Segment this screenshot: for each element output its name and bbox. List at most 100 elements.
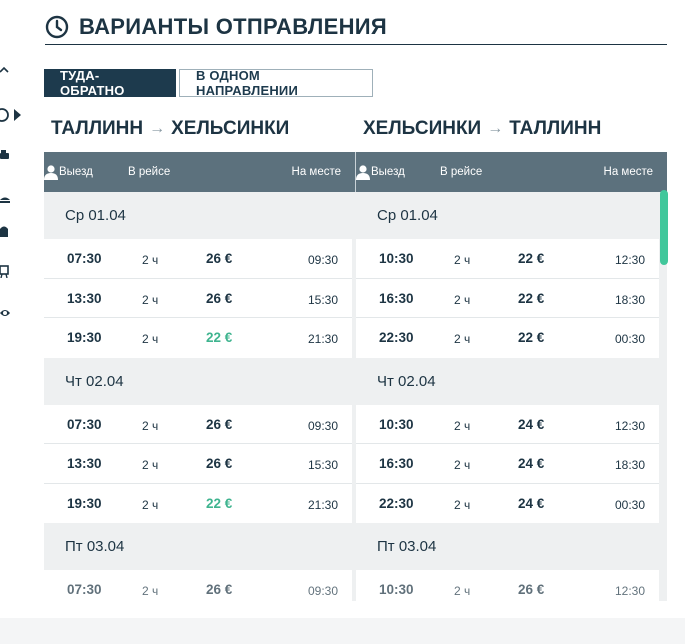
price[interactable]: 26 € — [206, 582, 232, 597]
clock-icon — [45, 15, 69, 39]
trip-row[interactable]: 13:30 2 ч 26 € 15:30 — [44, 278, 352, 318]
trip-list: 10:30 2 ч 24 €12:30 16:30 2 ч 24 €18:30 22:30 2… — [356, 404, 667, 523]
food-icon[interactable] — [0, 192, 14, 206]
left-icon-rail — [0, 60, 22, 340]
trip-row[interactable]: 10:30 2 ч 26 € 12:30 — [356, 570, 659, 601]
day-label: Ср 01.04 — [44, 192, 355, 239]
trip-row[interactable]: 10:30 2 ч 24 € 12:30 — [356, 404, 659, 444]
trip-duration: 2 ч — [142, 253, 159, 267]
tab-one-way[interactable]: В ОДНОМ НАПРАВЛЕНИИ — [179, 68, 373, 98]
trip-row[interactable]: 10:30 2 ч 22 € 12:30 — [356, 239, 659, 279]
arrow-right-icon: → — [149, 120, 166, 137]
price[interactable]: 24 € — [518, 456, 544, 471]
schedule-column-inbound: Выезд В рейсе На месте Ср 01.04 10:30 2 ч 22 €… — [356, 152, 667, 601]
price[interactable]: 26 € — [206, 456, 232, 471]
trip-duration: 2 ч — [142, 292, 159, 307]
price[interactable]: 26 € — [206, 291, 232, 306]
trip-duration: 2 ч — [142, 418, 159, 433]
arrival-time: 00:30 — [614, 497, 645, 512]
price[interactable]: 22 € — [206, 496, 232, 511]
trip-duration: 2 ч — [454, 292, 471, 307]
departure-time: 07:30 — [67, 251, 102, 266]
scrollbar-thumb[interactable] — [660, 190, 668, 265]
price[interactable]: 26 € — [518, 582, 544, 597]
price[interactable]: 22 € — [518, 291, 544, 306]
departure-time: 22:30 — [379, 495, 414, 511]
trip-row[interactable]: 07:30 2 ч 26 € 09:30 — [44, 239, 352, 279]
trip-list: 10:30 2 ч 22 €12:30 16:30 2 ч 22 €18:30 22:30 2… — [356, 239, 667, 358]
arrival-time: 12:30 — [614, 418, 645, 433]
trip-row[interactable]: 16:30 2 ч 24 € 18:30 — [356, 444, 659, 484]
price[interactable]: 24 € — [518, 417, 544, 432]
schedule-column-outbound: Выезд В рейсе На месте Ср 01.04 07:30 2 ч 26 €… — [44, 152, 356, 601]
tab-round-trip[interactable]: ТУДА-ОБРАТНО — [44, 68, 176, 98]
price[interactable]: 22 € — [518, 251, 544, 266]
departure-time: 13:30 — [67, 456, 102, 471]
price[interactable]: 22 € — [518, 330, 544, 345]
trip-list: 07:30 2 ч 26 € 09:30 — [44, 570, 355, 601]
chevron-up-icon[interactable] — [0, 66, 14, 80]
departure-time: 10:30 — [379, 251, 414, 266]
arrival-time: 09:30 — [307, 418, 338, 433]
departure-time: 10:30 — [379, 416, 414, 432]
trip-list: 10:30 2 ч 26 € 12:30 — [356, 570, 667, 601]
route-title-inbound: ХЕЛЬСИНКИ → ТАЛЛИНН — [363, 118, 601, 140]
arrival-time: 15:30 — [307, 292, 338, 307]
trip-row[interactable]: 16:30 2 ч 22 € 18:30 — [356, 278, 659, 318]
trip-row[interactable]: 19:30 2 ч 22 € 21:30 — [44, 318, 352, 358]
price[interactable]: 24 € — [518, 496, 544, 511]
departure-time: 16:30 — [379, 290, 414, 306]
cabin-icon[interactable] — [0, 224, 14, 238]
trip-duration: 2 ч — [142, 497, 159, 512]
header-arrival: На месте — [291, 166, 341, 178]
header-duration: В рейсе — [128, 166, 171, 178]
arrival-time: 09:30 — [307, 253, 338, 267]
arrival-time: 12:30 — [614, 584, 645, 598]
trip-type-tabs: ТУДА-ОБРАТНО В ОДНОМ НАПРАВЛЕНИИ — [44, 68, 373, 98]
footer-strip — [0, 618, 685, 644]
trip-row[interactable]: 22:30 2 ч 22 € 00:30 — [356, 318, 659, 358]
trip-duration: 2 ч — [454, 418, 471, 433]
table-header: Выезд В рейсе На месте — [44, 152, 355, 192]
price[interactable]: 26 € — [206, 251, 232, 266]
trip-duration: 2 ч — [142, 332, 159, 346]
route-title-outbound: ТАЛЛИНН → ХЕЛЬСИНКИ — [51, 118, 289, 140]
page-title: ВАРИАНТЫ ОТПРАВЛЕНИЯ — [79, 14, 387, 39]
schedule-panel: Выезд В рейсе На месте Ср 01.04 07:30 2 ч 26 €… — [44, 152, 667, 601]
departure-time: 19:30 — [67, 330, 102, 345]
departure-time: 07:30 — [67, 582, 102, 597]
route-destination: ХЕЛЬСИНКИ — [171, 118, 290, 139]
shop-icon[interactable] — [0, 264, 14, 278]
price[interactable]: 26 € — [206, 417, 232, 432]
trip-duration: 2 ч — [454, 497, 471, 512]
page-header: ВАРИАНТЫ ОТПРАВЛЕНИЯ — [45, 10, 667, 45]
departure-time: 13:30 — [67, 290, 102, 306]
header-duration: В рейсе — [440, 166, 483, 178]
arrival-time: 21:30 — [307, 497, 338, 512]
route-origin: ТАЛЛИНН — [51, 118, 144, 139]
table-header: Выезд В рейсе На месте — [356, 152, 667, 192]
day-label: Пт 03.04 — [356, 523, 667, 570]
trip-row[interactable]: 07:30 2 ч 26 € 09:30 — [44, 570, 352, 601]
clock-play-icon[interactable] — [0, 108, 22, 122]
trip-row[interactable]: 22:30 2 ч 24 € 00:30 — [356, 483, 659, 523]
route-origin: ХЕЛЬСИНКИ — [363, 118, 482, 139]
car-icon[interactable] — [0, 148, 14, 162]
departure-time: 22:30 — [379, 330, 414, 345]
header-departure: Выезд — [59, 166, 93, 178]
day-label: Чт 02.04 — [356, 357, 667, 405]
day-label: Пт 03.04 — [44, 523, 355, 570]
trip-duration: 2 ч — [454, 584, 471, 598]
arrival-time: 18:30 — [614, 458, 645, 472]
arrow-right-icon: → — [487, 120, 504, 137]
trip-duration: 2 ч — [454, 253, 471, 267]
trip-row[interactable]: 19:30 2 ч 22 € 21:30 — [44, 483, 352, 523]
route-destination: ТАЛЛИНН — [509, 118, 602, 139]
person-icon — [44, 164, 58, 180]
trip-row[interactable]: 07:30 2 ч 26 € 09:30 — [44, 404, 352, 444]
trip-duration: 2 ч — [142, 584, 159, 598]
eye-icon[interactable] — [0, 306, 14, 320]
trip-list: 07:30 2 ч 26 € 09:30 13:30 2 ч 26 € 15:30 19:30 2… — [44, 404, 355, 523]
trip-row[interactable]: 13:30 2 ч 26 € 15:30 — [44, 444, 352, 484]
price[interactable]: 22 € — [206, 330, 232, 345]
